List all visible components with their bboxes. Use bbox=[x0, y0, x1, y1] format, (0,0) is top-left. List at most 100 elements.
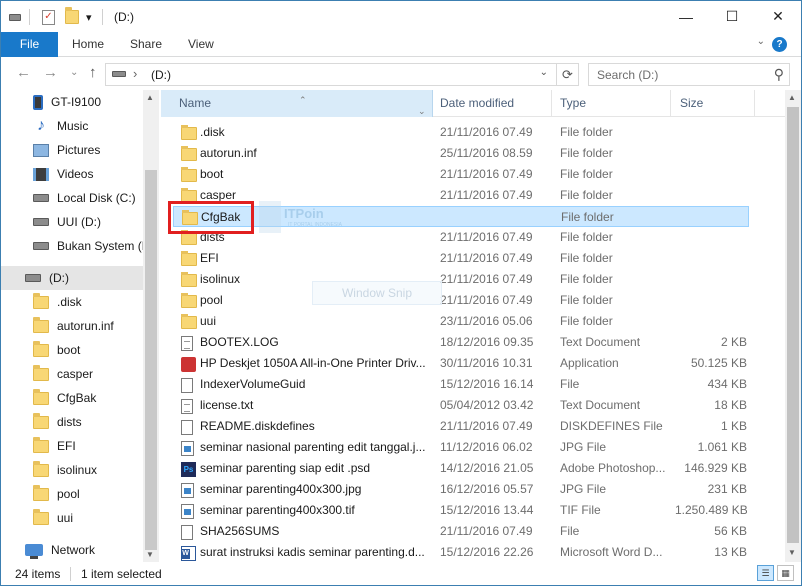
file-type: JPG File bbox=[560, 440, 607, 454]
minimize-button[interactable]: — bbox=[663, 1, 709, 32]
image-icon bbox=[181, 440, 194, 456]
forward-button[interactable]: → bbox=[43, 64, 58, 81]
file-icon-cell bbox=[181, 125, 197, 141]
sidebar-item[interactable]: Pictures bbox=[1, 138, 143, 162]
file-row[interactable]: IndexerVolumeGuid 15/12/2016 16.14 File 434… bbox=[173, 374, 749, 395]
column-type[interactable]: Type bbox=[554, 90, 674, 117]
address-path: (D:) bbox=[151, 68, 171, 82]
file-row[interactable]: EFI 21/11/2016 07.49 File folder bbox=[173, 248, 749, 269]
expand-ribbon-icon[interactable]: ⌄ bbox=[757, 36, 765, 47]
file-type: File folder bbox=[560, 314, 613, 328]
file-name: seminar parenting400x300.jpg bbox=[200, 482, 362, 496]
recent-locations-button[interactable]: ⌄ bbox=[70, 67, 78, 78]
sidebar-item[interactable]: uui bbox=[1, 506, 143, 530]
new-folder-icon[interactable] bbox=[65, 7, 79, 26]
file-row[interactable]: HP Deskjet 1050A All-in-One Printer Driv… bbox=[173, 353, 749, 374]
search-input[interactable]: Search (D:) bbox=[597, 68, 658, 82]
file-row[interactable]: README.diskdefines 21/11/2016 07.49 DISKDE… bbox=[173, 416, 749, 437]
sidebar-item[interactable]: ♪ Music bbox=[1, 114, 143, 138]
sidebar-item[interactable]: Bukan System (E bbox=[1, 234, 143, 258]
search-box[interactable]: Search (D:) ⚲ bbox=[588, 63, 790, 86]
customize-quick-access-icon[interactable]: ▾ bbox=[86, 8, 92, 26]
file-row[interactable]: seminar parenting400x300.tif 15/12/2016 1… bbox=[173, 500, 749, 521]
sidebar-item[interactable]: Videos bbox=[1, 162, 143, 186]
sidebar-item[interactable]: Local Disk (C:) bbox=[1, 186, 143, 210]
file-size: 13 KB bbox=[714, 545, 747, 559]
file-date: 21/11/2016 07.49 bbox=[440, 188, 533, 202]
tab-view[interactable]: View bbox=[188, 32, 214, 57]
sidebar-item[interactable]: EFI bbox=[1, 434, 143, 458]
file-row[interactable]: autorun.inf 25/11/2016 08.59 File folder bbox=[173, 143, 749, 164]
file-type: Application bbox=[560, 356, 619, 370]
sidebar-item-label: Bukan System (E bbox=[57, 239, 143, 253]
drive-icon bbox=[33, 218, 49, 226]
file-list-scrollbar[interactable]: ▲ ▼ bbox=[785, 90, 801, 562]
column-date-modified[interactable]: Date modified bbox=[434, 90, 554, 117]
navigation-scrollbar[interactable]: ▲ ▼ bbox=[143, 90, 159, 562]
large-icons-view-button[interactable]: ▦ bbox=[777, 565, 794, 581]
close-button[interactable]: ✕ bbox=[755, 1, 801, 32]
sidebar-item[interactable]: CfgBak bbox=[1, 386, 143, 410]
sidebar-item[interactable]: GT-I9100 bbox=[1, 90, 143, 114]
sidebar-item-label: EFI bbox=[57, 439, 76, 453]
file-icon bbox=[181, 419, 193, 435]
help-icon[interactable]: ? bbox=[772, 37, 787, 52]
file-size: 146.929 KB bbox=[684, 461, 747, 475]
sidebar-item[interactable]: dists bbox=[1, 410, 143, 434]
file-type: DISKDEFINES File bbox=[560, 419, 663, 433]
file-row[interactable]: BOOTEX.LOG 18/12/2016 09.35 Text Document 2… bbox=[173, 332, 749, 353]
search-icon[interactable]: ⚲ bbox=[774, 66, 784, 83]
up-button[interactable]: ↑ bbox=[89, 64, 97, 81]
properties-icon[interactable]: ✓ bbox=[42, 8, 55, 26]
file-row[interactable]: SHA256SUMS 21/11/2016 07.49 File 56 KB bbox=[173, 521, 749, 542]
sidebar-item[interactable]: .disk bbox=[1, 290, 143, 314]
file-row[interactable]: license.txt 05/04/2012 03.42 Text Document… bbox=[173, 395, 749, 416]
refresh-button[interactable]: ⟳ bbox=[556, 64, 578, 85]
file-row[interactable]: .disk 21/11/2016 07.49 File folder bbox=[173, 122, 749, 143]
file-row[interactable]: isolinux 21/11/2016 07.49 File folder bbox=[173, 269, 749, 290]
file-row[interactable]: Ps seminar parenting siap edit .psd 14/12/… bbox=[173, 458, 749, 479]
sidebar-item[interactable]: boot bbox=[1, 338, 143, 362]
watermark-logo bbox=[259, 201, 281, 233]
column-name-dropdown-icon[interactable]: ⌄ bbox=[418, 98, 426, 125]
folder-icon bbox=[33, 484, 49, 501]
file-row[interactable]: boot 21/11/2016 07.49 File folder bbox=[173, 164, 749, 185]
address-dropdown-icon[interactable]: ⌄ bbox=[540, 67, 548, 78]
details-view-button[interactable]: ☰ bbox=[757, 565, 774, 581]
file-size bbox=[675, 143, 747, 164]
folder-icon bbox=[33, 340, 49, 357]
file-date: 05/04/2012 03.42 bbox=[440, 398, 534, 412]
sidebar-item[interactable]: isolinux bbox=[1, 458, 143, 482]
sidebar-item[interactable]: (D:) bbox=[1, 266, 143, 290]
file-row[interactable]: surat instruksi kadis seminar parenting.… bbox=[173, 542, 749, 562]
folder-icon bbox=[33, 412, 49, 429]
sidebar-item[interactable]: casper bbox=[1, 362, 143, 386]
photoshop-icon: Ps bbox=[181, 461, 196, 477]
back-button[interactable]: ← bbox=[16, 64, 31, 81]
tab-share[interactable]: Share bbox=[130, 32, 162, 57]
sidebar-item[interactable]: autorun.inf bbox=[1, 314, 143, 338]
file-name: IndexerVolumeGuid bbox=[200, 377, 306, 391]
sidebar-item-label: Network bbox=[51, 543, 96, 557]
tab-file[interactable]: File bbox=[1, 32, 58, 57]
file-name: BOOTEX.LOG bbox=[200, 335, 279, 349]
sidebar-item[interactable]: Network bbox=[1, 538, 143, 562]
column-size[interactable]: Size bbox=[674, 90, 754, 117]
phone-icon bbox=[33, 94, 43, 110]
sidebar-item-label: UUI (D:) bbox=[57, 215, 101, 229]
navigation-scroll-thumb[interactable] bbox=[145, 170, 157, 550]
sidebar-item[interactable]: pool bbox=[1, 482, 143, 506]
file-row[interactable]: seminar nasional parenting edit tanggal.… bbox=[173, 437, 749, 458]
file-date: 11/12/2016 06.02 bbox=[440, 440, 533, 454]
address-bar[interactable]: › (D:) ⌄ ⟳ bbox=[105, 63, 579, 86]
sidebar-item[interactable]: UUI (D:) bbox=[1, 210, 143, 234]
sidebar-item-label: uui bbox=[57, 511, 74, 525]
file-list-scroll-thumb[interactable] bbox=[787, 107, 799, 543]
tab-home[interactable]: Home bbox=[72, 32, 104, 57]
column-name[interactable]: Name ⌃ ⌄ bbox=[161, 90, 433, 117]
file-row[interactable]: pool 21/11/2016 07.49 File folder bbox=[173, 290, 749, 311]
maximize-button[interactable]: ☐ bbox=[709, 1, 755, 32]
watermark-tagline: IT PORTAL INDONESIA bbox=[288, 222, 342, 228]
file-row[interactable]: seminar parenting400x300.jpg 16/12/2016 0… bbox=[173, 479, 749, 500]
file-row[interactable]: uui 23/11/2016 05.06 File folder bbox=[173, 311, 749, 332]
